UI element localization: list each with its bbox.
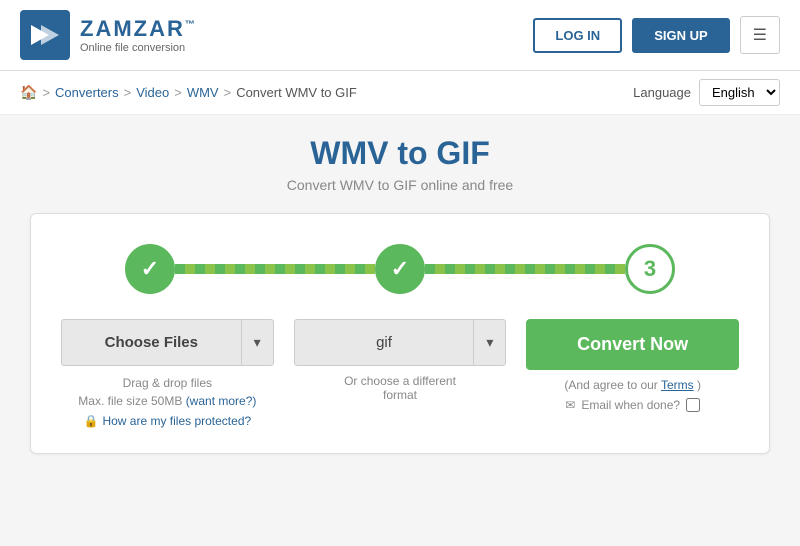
logo-name: ZAMZAR™ [80,16,197,42]
breadcrumb-video[interactable]: Video [136,85,169,100]
step-1-circle [125,244,175,294]
choose-files-button[interactable]: Choose Files [61,319,241,366]
language-area: Language English [633,79,780,106]
email-label: Email when done? [581,398,680,412]
logo-tagline: Online file conversion [80,42,197,54]
signup-button[interactable]: SIGN UP [632,18,729,53]
format-dropdown[interactable]: ▾ [473,319,506,366]
lock-icon: 🔒 [83,414,98,428]
protect-link[interactable]: 🔒 How are my files protected? [83,414,251,428]
language-select[interactable]: English [699,79,780,106]
breadcrumb-wmv[interactable]: WMV [187,85,219,100]
choose-files-dropdown[interactable]: ▾ [241,319,274,366]
format-area: gif ▾ Or choose a different format [294,319,507,402]
header-buttons: LOG IN SIGN UP ☰ [533,16,780,54]
action-row: Choose Files ▾ Drag & drop files Max. fi… [61,319,739,428]
email-row: ✉ Email when done? [565,398,700,412]
breadcrumb-converters[interactable]: Converters [55,85,119,100]
email-icon: ✉ [565,398,575,412]
step-line-1 [175,264,375,274]
want-more-link[interactable]: (want more?) [186,394,257,408]
menu-button[interactable]: ☰ [740,16,780,54]
step-2-check [391,256,409,282]
language-label: Language [633,85,691,100]
drag-text: Drag & drop files Max. file size 50MB (w… [78,374,256,410]
step-1-check [141,256,159,282]
login-button[interactable]: LOG IN [533,18,622,53]
terms-link[interactable]: Terms [661,378,694,392]
convert-area: Convert Now (And agree to our Terms ) ✉ … [526,319,739,412]
step-3-circle: 3 [625,244,675,294]
logo-icon [20,10,70,60]
conversion-box: 3 Choose Files ▾ Drag & drop files Max. … [30,213,770,454]
format-hint: Or choose a different format [344,374,456,402]
breadcrumb: 🏠 > Converters > Video > WMV > Convert W… [20,84,357,101]
step-3-number: 3 [644,256,656,282]
convert-now-button[interactable]: Convert Now [526,319,739,370]
breadcrumb-bar: 🏠 > Converters > Video > WMV > Convert W… [0,71,800,115]
steps-row: 3 [61,244,739,294]
page-subtitle: Convert WMV to GIF online and free [30,177,770,193]
home-icon[interactable]: 🏠 [20,84,37,101]
logo-area: ZAMZAR™ Online file conversion [20,10,197,60]
choose-files-area: Choose Files ▾ Drag & drop files Max. fi… [61,319,274,428]
terms-text: (And agree to our Terms ) [564,378,701,392]
breadcrumb-current: Convert WMV to GIF [236,85,357,100]
email-checkbox[interactable] [686,398,700,412]
format-btn-wrap: gif ▾ [294,319,507,366]
step-line-2 [425,264,625,274]
choose-files-btn-wrap: Choose Files ▾ [61,319,274,366]
page-title: WMV to GIF [30,135,770,172]
main-content: WMV to GIF Convert WMV to GIF online and… [0,115,800,474]
step-2-circle [375,244,425,294]
header: ZAMZAR™ Online file conversion LOG IN SI… [0,0,800,71]
logo-text: ZAMZAR™ Online file conversion [80,16,197,54]
format-display: gif [294,319,474,366]
